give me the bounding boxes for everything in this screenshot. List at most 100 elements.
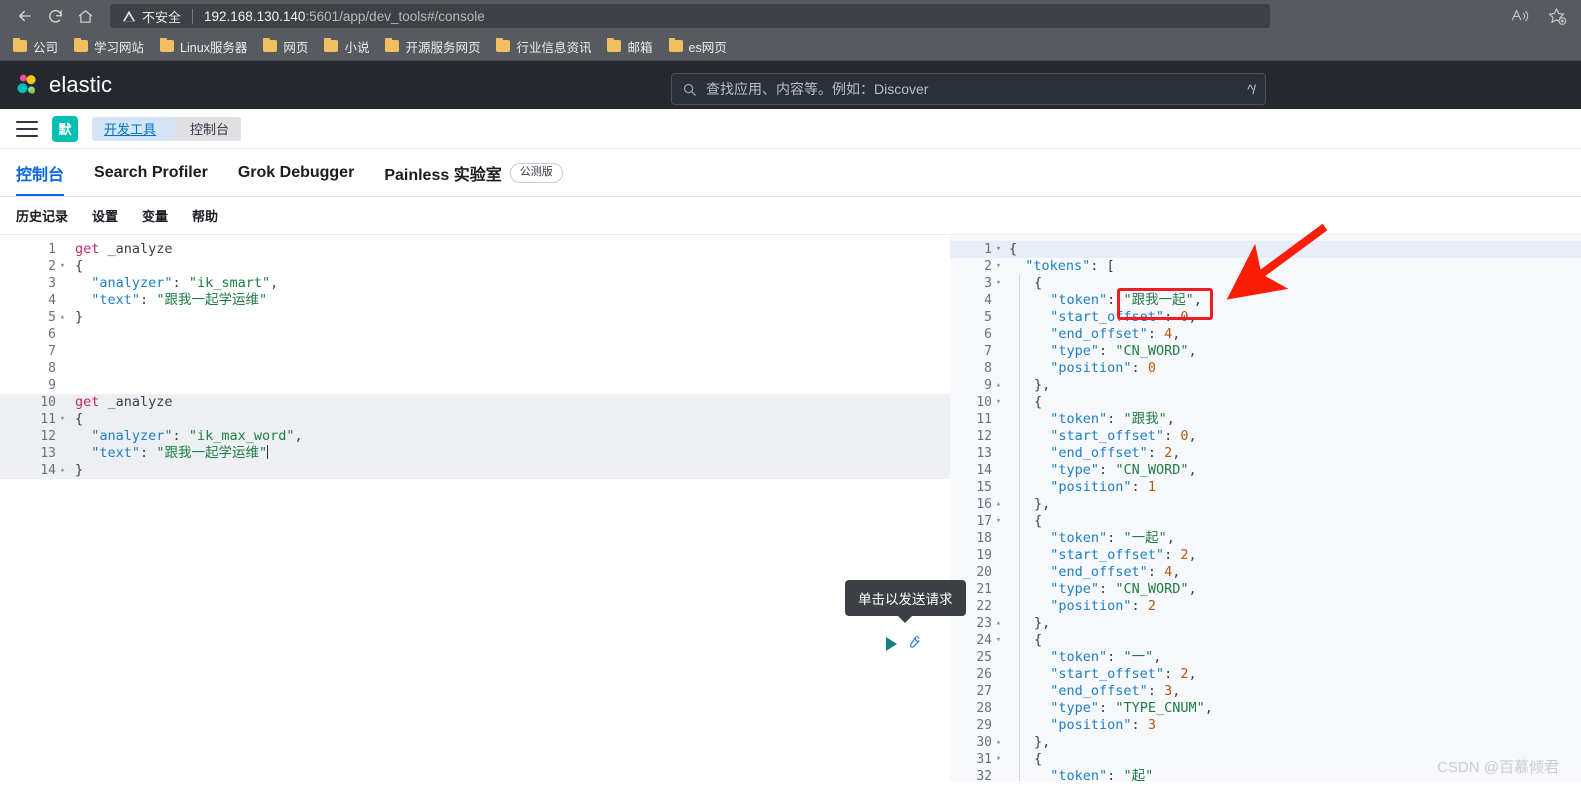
fold-toggle-icon[interactable]: ▾ <box>992 751 1005 768</box>
fold-toggle-icon[interactable]: ▾ <box>992 241 1005 258</box>
code-line: 21 "type": "CN_WORD", <box>950 581 1581 598</box>
code-token: }, <box>1034 496 1051 512</box>
line-number: 9 <box>984 378 992 393</box>
code-token: "起" <box>1123 768 1154 781</box>
fold-toggle-icon[interactable]: ▴ <box>56 309 69 326</box>
breadcrumb-bar: 默 开发工具 控制台 <box>0 109 1581 149</box>
code-line: 6 "end_offset": 4, <box>950 326 1581 343</box>
code-text: "token": "一", <box>1019 649 1161 666</box>
tab-label: Grok Debugger <box>237 164 355 181</box>
code-line: 11 "token": "跟我", <box>950 411 1581 428</box>
code-token: , <box>1166 530 1175 546</box>
code-token: } <box>75 462 84 478</box>
code-line: 24 ▾ { <box>950 632 1581 649</box>
line-number: 25 <box>976 650 992 665</box>
subnav-settings[interactable]: 设置 <box>92 206 118 225</box>
console-editors: 1 get _analyze 2 ▾{3 "analyzer": "ik_smart"… <box>0 235 1581 781</box>
fold-toggle-icon[interactable]: ▾ <box>56 258 69 275</box>
code-line: 10 get _analyze <box>0 394 950 411</box>
folder-icon <box>13 37 27 52</box>
menu-hamburger-icon[interactable] <box>16 120 38 137</box>
elastic-logo[interactable]: elastic <box>14 72 112 98</box>
code-text: "type": "CN_WORD", <box>1019 343 1197 360</box>
response-editor[interactable]: 1 ▾{2 ▾ "tokens": [3 ▾{4 "token": "跟我一起", 5 … <box>950 235 1581 781</box>
fold-toggle-icon[interactable]: ▾ <box>992 394 1005 411</box>
breadcrumb-item-dev-tools[interactable]: 开发工具 <box>92 116 180 141</box>
bookmark-item[interactable]: 邮箱 <box>600 35 659 58</box>
tab-search-profiler[interactable]: Search Profiler <box>94 150 208 196</box>
code-text: }, <box>1019 734 1050 751</box>
global-search-input[interactable]: 查找应用、内容等。例如：Discover ^/ <box>671 73 1266 105</box>
code-text: { <box>1019 513 1042 530</box>
fold-toggle-icon[interactable]: ▴ <box>992 496 1005 513</box>
tab-painless-lab[interactable]: Painless 实验室 公测版 <box>384 150 563 196</box>
request-code[interactable]: 1 get _analyze 2 ▾{3 "analyzer": "ik_smart"… <box>0 241 950 781</box>
code-token: : <box>1164 547 1181 563</box>
back-arrow-icon[interactable] <box>10 3 40 29</box>
line-number: 4 <box>48 293 56 308</box>
code-token: } <box>75 309 84 325</box>
code-token: "ik_max_word" <box>188 428 295 444</box>
fold-toggle-icon[interactable]: ▾ <box>56 411 69 428</box>
code-line: 12 "start_offset": 0, <box>950 428 1581 445</box>
code-token: "end_offset" <box>1050 564 1148 580</box>
wrench-icon[interactable] <box>905 633 922 655</box>
subnav-help[interactable]: 帮助 <box>192 206 218 225</box>
line-number: 12 <box>976 429 992 444</box>
bookmark-item[interactable]: 公司 <box>6 35 65 58</box>
code-token: "跟我" <box>1123 411 1167 427</box>
tab-console[interactable]: 控制台 <box>16 150 65 196</box>
fold-toggle-icon[interactable]: ▴ <box>992 734 1005 751</box>
bookmark-item[interactable]: Linux服务器 <box>153 35 254 58</box>
fold-toggle-icon[interactable]: ▴ <box>992 615 1005 632</box>
bookmark-item[interactable]: 网页 <box>256 35 315 58</box>
code-line: 16 ▴}, <box>950 496 1581 513</box>
bookmark-item[interactable]: 小说 <box>317 35 376 58</box>
fold-toggle-icon[interactable]: ▾ <box>992 258 1005 275</box>
reload-icon[interactable] <box>40 3 70 29</box>
request-editor[interactable]: 1 get _analyze 2 ▾{3 "analyzer": "ik_smart"… <box>0 235 950 781</box>
code-token: : <box>1099 700 1116 716</box>
fold-toggle-icon[interactable]: ▴ <box>56 462 69 479</box>
code-line: 22 "position": 2 <box>950 598 1581 615</box>
bookmark-item[interactable]: 行业信息资讯 <box>489 35 598 58</box>
code-token: : [ <box>1090 258 1115 274</box>
code-token: , <box>1188 666 1197 682</box>
code-token: "text" <box>91 292 141 308</box>
space-avatar[interactable]: 默 <box>52 115 78 142</box>
add-favorite-icon[interactable] <box>1541 3 1571 29</box>
subnav-variables[interactable]: 变量 <box>142 206 168 225</box>
tab-grok-debugger[interactable]: Grok Debugger <box>238 150 354 196</box>
code-token: : <box>1147 683 1165 699</box>
address-bar[interactable]: 不安全 192.168.130.140:5601/app/dev_tools#/… <box>110 4 1270 28</box>
bookmark-item[interactable]: 学习网站 <box>67 35 151 58</box>
read-aloud-icon[interactable] <box>1505 3 1535 29</box>
bookmark-label: 开源服务网页 <box>405 40 481 55</box>
folder-icon <box>496 37 511 52</box>
bookmark-item[interactable]: 开源服务网页 <box>378 35 487 58</box>
fold-toggle-icon[interactable]: ▾ <box>992 513 1005 530</box>
bookmark-item[interactable]: es网页 <box>662 35 734 58</box>
code-token: "ik_smart" <box>188 275 271 291</box>
bookmark-label: 邮箱 <box>627 40 653 55</box>
code-text: "end_offset": 4, <box>1019 564 1180 581</box>
fold-toggle-icon[interactable]: ▾ <box>992 632 1005 649</box>
code-token: "end_offset" <box>1050 326 1148 342</box>
fold-toggle-icon[interactable]: ▾ <box>992 275 1005 292</box>
code-token: , <box>1204 700 1213 716</box>
code-token: , <box>1188 309 1197 325</box>
subnav-history[interactable]: 历史记录 <box>16 206 68 225</box>
code-token: : <box>1164 428 1181 444</box>
code-token: : <box>1099 462 1116 478</box>
fold-toggle-icon[interactable]: ▴ <box>992 377 1005 394</box>
play-icon[interactable] <box>886 637 897 651</box>
line-number: 1 <box>48 242 56 257</box>
home-icon[interactable] <box>70 3 100 29</box>
code-text: "type": "CN_WORD", <box>1019 581 1197 598</box>
folder-icon <box>74 37 89 52</box>
